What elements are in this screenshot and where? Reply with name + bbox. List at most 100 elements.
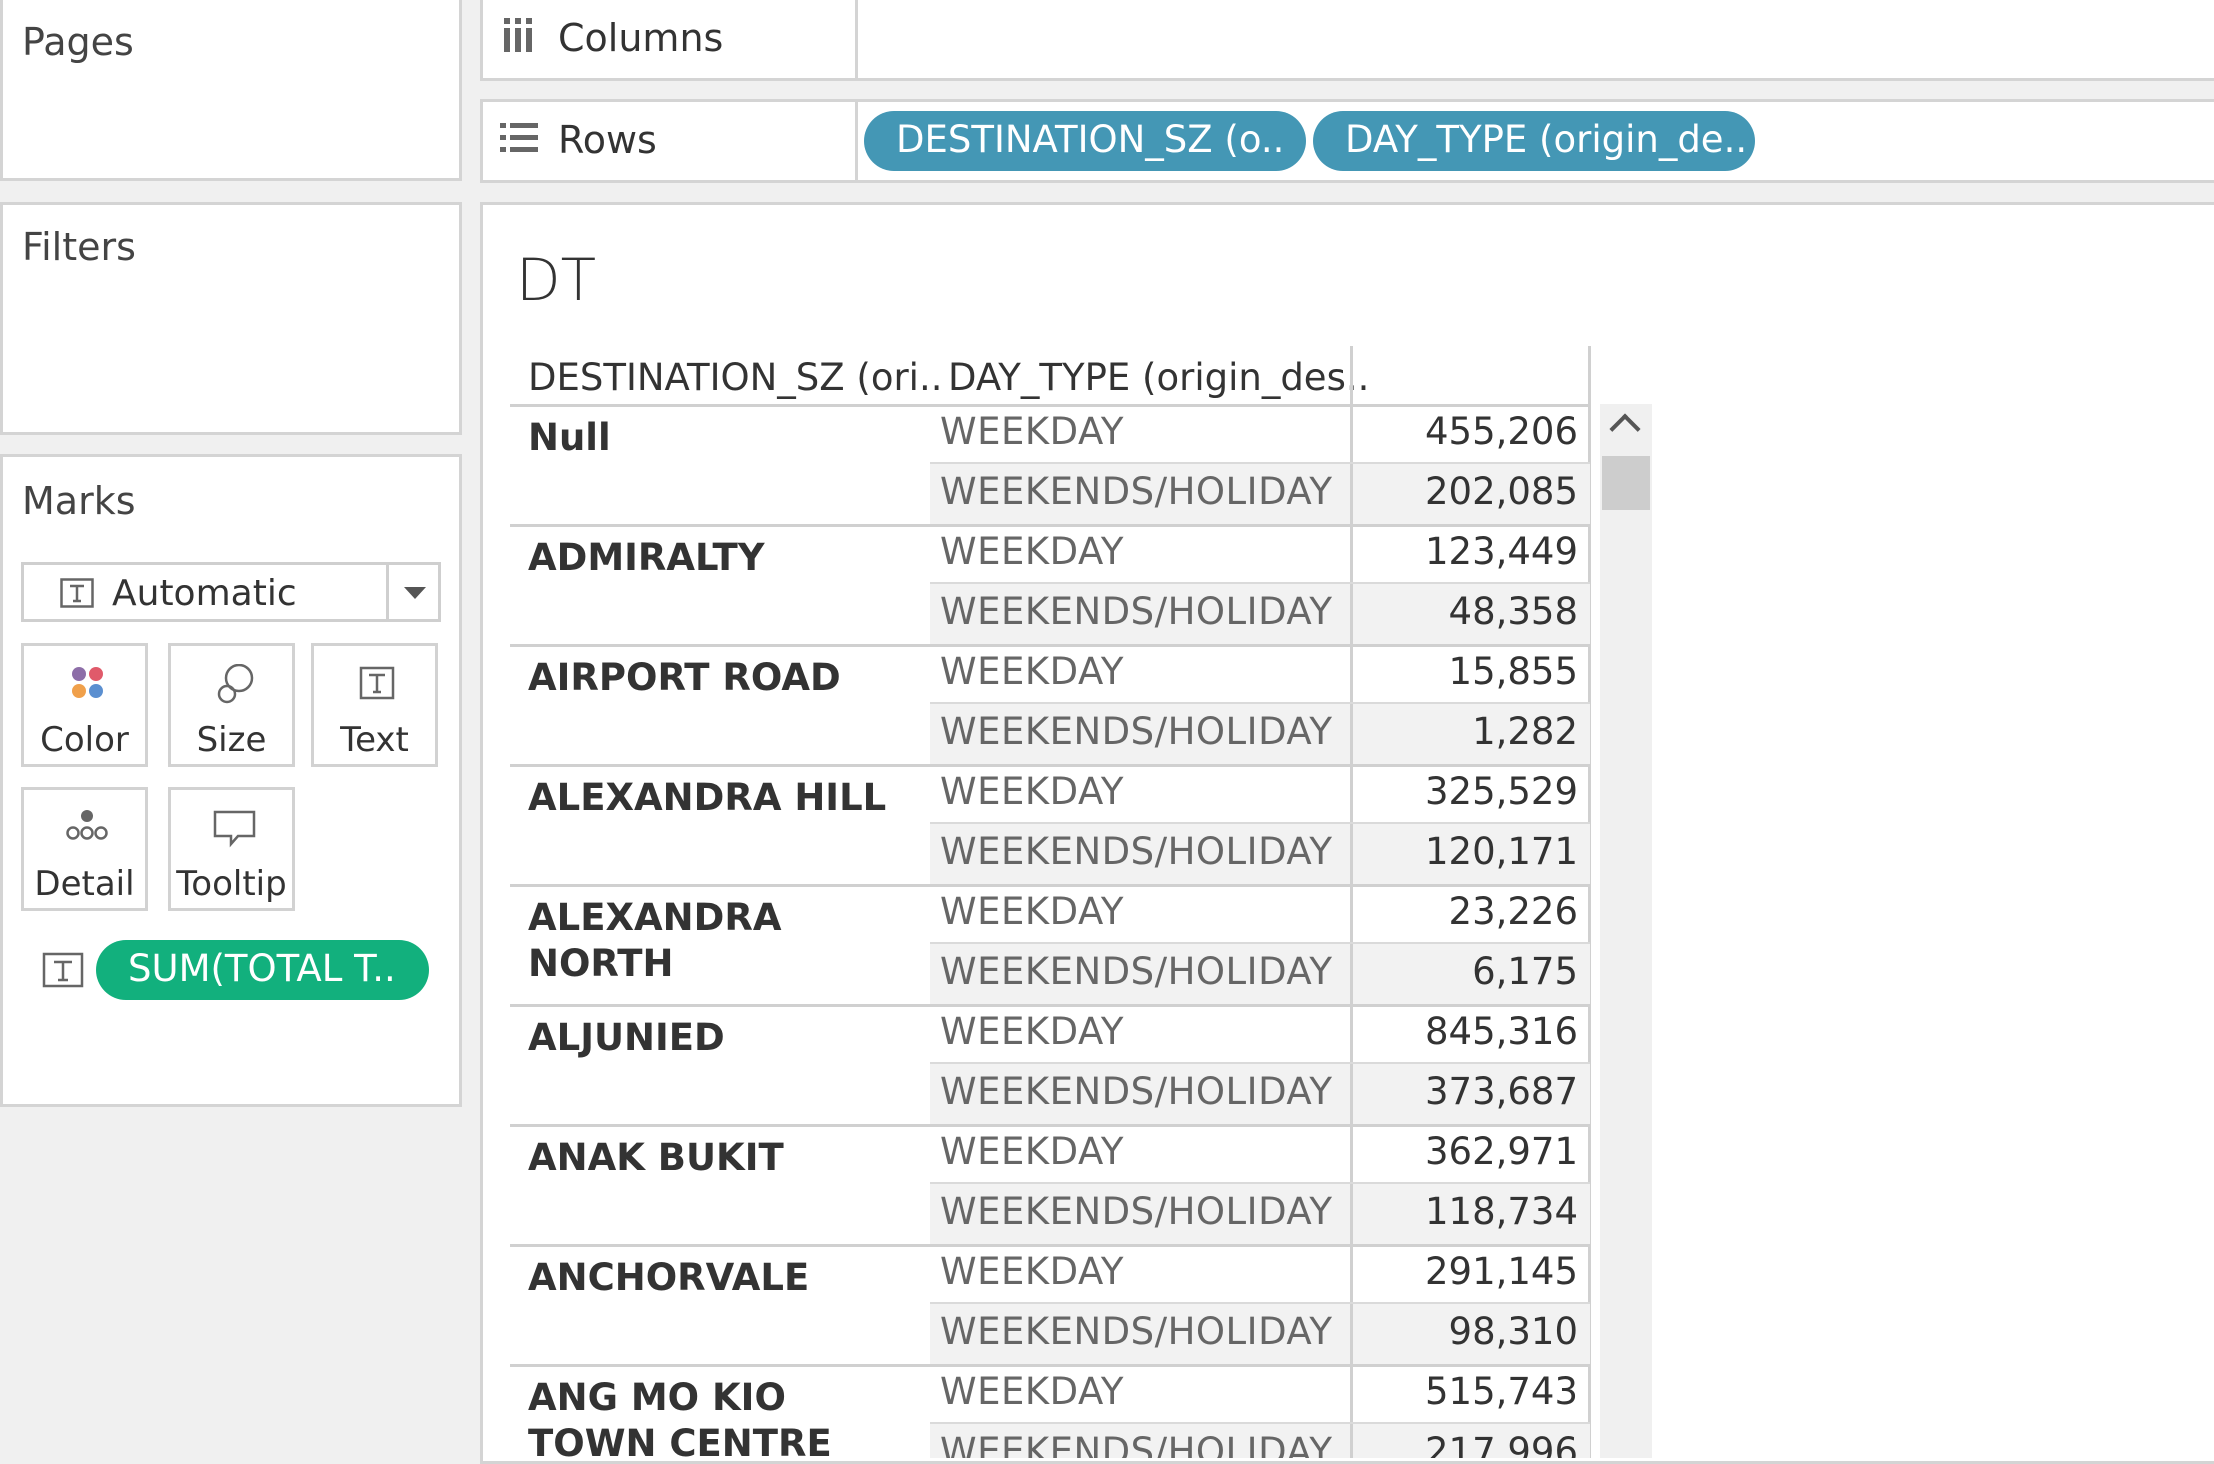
dropdown-separator [386, 565, 389, 619]
table-row[interactable]: WEEKENDS/HOLIDAY 6,175 [930, 944, 1590, 1004]
destination-cell[interactable]: Null [528, 415, 918, 461]
value-cell: 217,996 [1424, 1430, 1578, 1458]
value-cell: 202,085 [1424, 470, 1578, 513]
columns-drop-area[interactable] [858, 0, 2214, 78]
table-row[interactable]: WEEKENDS/HOLIDAY 48,358 [930, 584, 1590, 644]
table-row[interactable]: WEEKENDS/HOLIDAY 217,996 [930, 1424, 1590, 1458]
table-row[interactable]: WEEKENDS/HOLIDAY 1,282 [930, 704, 1590, 764]
tooltip-button[interactable]: Tooltip [168, 787, 295, 911]
size-button-label: Size [196, 720, 267, 760]
value-cell: 23,226 [1448, 890, 1578, 933]
size-icon [217, 664, 254, 704]
table-row[interactable]: WEEKDAY 23,226 [930, 884, 1590, 944]
destination-cell[interactable]: ANCHORVALE [528, 1255, 918, 1301]
destination-cell[interactable]: ANAK BUKIT [528, 1135, 918, 1181]
cell-divider [1350, 1004, 1353, 1064]
text-button[interactable]: Text [311, 643, 438, 767]
table-row[interactable]: WEEKENDS/HOLIDAY 373,687 [930, 1064, 1590, 1124]
chevron-down-icon[interactable] [404, 587, 426, 599]
day-type-cell: WEEKENDS/HOLIDAY [940, 1070, 1333, 1113]
cell-divider [1350, 1064, 1353, 1124]
destination-cell[interactable]: ANG MO KIO TOWN CENTRE [528, 1375, 918, 1458]
value-cell: 455,206 [1424, 410, 1578, 453]
filters-card[interactable]: Filters [0, 202, 462, 435]
day-type-cell: WEEKDAY [940, 890, 1124, 933]
value-cell: 15,855 [1448, 650, 1578, 693]
cell-divider [1350, 764, 1353, 824]
value-cell: 48,358 [1448, 590, 1578, 633]
cell-divider [1350, 644, 1353, 704]
day-type-cell: WEEKENDS/HOLIDAY [940, 470, 1333, 513]
value-cell: 362,971 [1424, 1130, 1578, 1173]
scroll-up-icon[interactable] [1609, 413, 1641, 445]
color-icon [72, 667, 103, 698]
value-cell: 120,171 [1424, 830, 1578, 873]
cell-divider [1350, 944, 1353, 1004]
destination-cell[interactable]: ALEXANDRA HILL [528, 775, 918, 821]
rows-shelf-header [483, 102, 858, 180]
table-row-group: ANG MO KIO TOWN CENTRE WEEKDAY 515,743 WEEK… [510, 1364, 1590, 1458]
text-encoding-icon [42, 952, 84, 988]
cell-divider [1350, 1424, 1353, 1458]
vertical-scrollbar[interactable] [1600, 404, 1652, 1458]
cell-divider [1350, 704, 1353, 764]
table-row[interactable]: WEEKDAY 123,449 [930, 524, 1590, 584]
destination-cell[interactable]: ALJUNIED [528, 1015, 918, 1061]
cell-divider [1350, 464, 1353, 524]
day-type-column-header[interactable]: DAY_TYPE (origin_des.. [948, 356, 1369, 399]
day-type-cell: WEEKDAY [940, 1130, 1124, 1173]
day-type-cell: WEEKENDS/HOLIDAY [940, 1430, 1333, 1458]
table-row[interactable]: WEEKDAY 325,529 [930, 764, 1590, 824]
pages-card-title: Pages [22, 20, 134, 64]
table-row[interactable]: WEEKDAY 455,206 [930, 404, 1590, 464]
mark-type-dropdown[interactable]: Automatic [21, 562, 441, 622]
rows-shelf-label: Rows [558, 118, 657, 162]
destination-column-header[interactable]: DESTINATION_SZ (ori.. [528, 356, 942, 399]
table-row[interactable]: WEEKDAY 362,971 [930, 1124, 1590, 1184]
detail-icon [66, 810, 108, 840]
header-divider [1350, 346, 1353, 406]
table-row[interactable]: WEEKENDS/HOLIDAY 202,085 [930, 464, 1590, 524]
table-row[interactable]: WEEKENDS/HOLIDAY 118,734 [930, 1184, 1590, 1244]
color-button[interactable]: Color [21, 643, 148, 767]
marks-card-title: Marks [22, 479, 136, 523]
cell-divider [1350, 824, 1353, 884]
scroll-thumb[interactable] [1602, 456, 1650, 510]
value-cell: 118,734 [1424, 1190, 1578, 1233]
cell-divider [1350, 1124, 1353, 1184]
destination-sz-pill[interactable]: DESTINATION_SZ (o.. [864, 111, 1306, 171]
value-cell: 123,449 [1424, 530, 1578, 573]
value-cell: 845,316 [1424, 1010, 1578, 1053]
sheet-title: DT [516, 246, 597, 314]
day-type-pill[interactable]: DAY_TYPE (origin_de.. [1313, 111, 1755, 171]
destination-cell[interactable]: AIRPORT ROAD [528, 655, 918, 701]
table-row[interactable]: WEEKDAY 515,743 [930, 1364, 1590, 1424]
table-row[interactable]: WEEKDAY 845,316 [930, 1004, 1590, 1064]
table-row[interactable]: WEEKDAY 291,145 [930, 1244, 1590, 1304]
cell-divider [1350, 404, 1353, 464]
day-type-cell: WEEKENDS/HOLIDAY [940, 590, 1333, 633]
tooltip-button-label: Tooltip [176, 864, 287, 904]
day-type-cell: WEEKDAY [940, 1370, 1124, 1413]
value-cell: 98,310 [1448, 1310, 1578, 1353]
table-row[interactable]: WEEKENDS/HOLIDAY 120,171 [930, 824, 1590, 884]
day-type-cell: WEEKDAY [940, 1010, 1124, 1053]
text-button-label: Text [340, 720, 409, 760]
table-row[interactable]: WEEKDAY 15,855 [930, 644, 1590, 704]
detail-button[interactable]: Detail [21, 787, 148, 911]
cell-divider [1350, 884, 1353, 944]
cell-divider [1350, 1184, 1353, 1244]
destination-cell[interactable]: ADMIRALTY [528, 535, 918, 581]
destination-cell[interactable]: ALEXANDRA NORTH [528, 895, 918, 987]
text-mark-icon [60, 578, 94, 608]
mark-type-label: Automatic [112, 573, 297, 614]
day-type-cell: WEEKENDS/HOLIDAY [940, 830, 1333, 873]
columns-shelf-label: Columns [558, 16, 724, 60]
day-type-cell: WEEKENDS/HOLIDAY [940, 1190, 1333, 1233]
table-row[interactable]: WEEKENDS/HOLIDAY 98,310 [930, 1304, 1590, 1364]
size-button[interactable]: Size [168, 643, 295, 767]
table-row-group: ANCHORVALE WEEKDAY 291,145 WEEKENDS/HOLIDAY… [510, 1244, 1590, 1364]
cell-divider [1350, 524, 1353, 584]
rows-icon [500, 123, 538, 152]
sum-total-pill[interactable]: SUM(TOTAL T.. [96, 940, 429, 1000]
